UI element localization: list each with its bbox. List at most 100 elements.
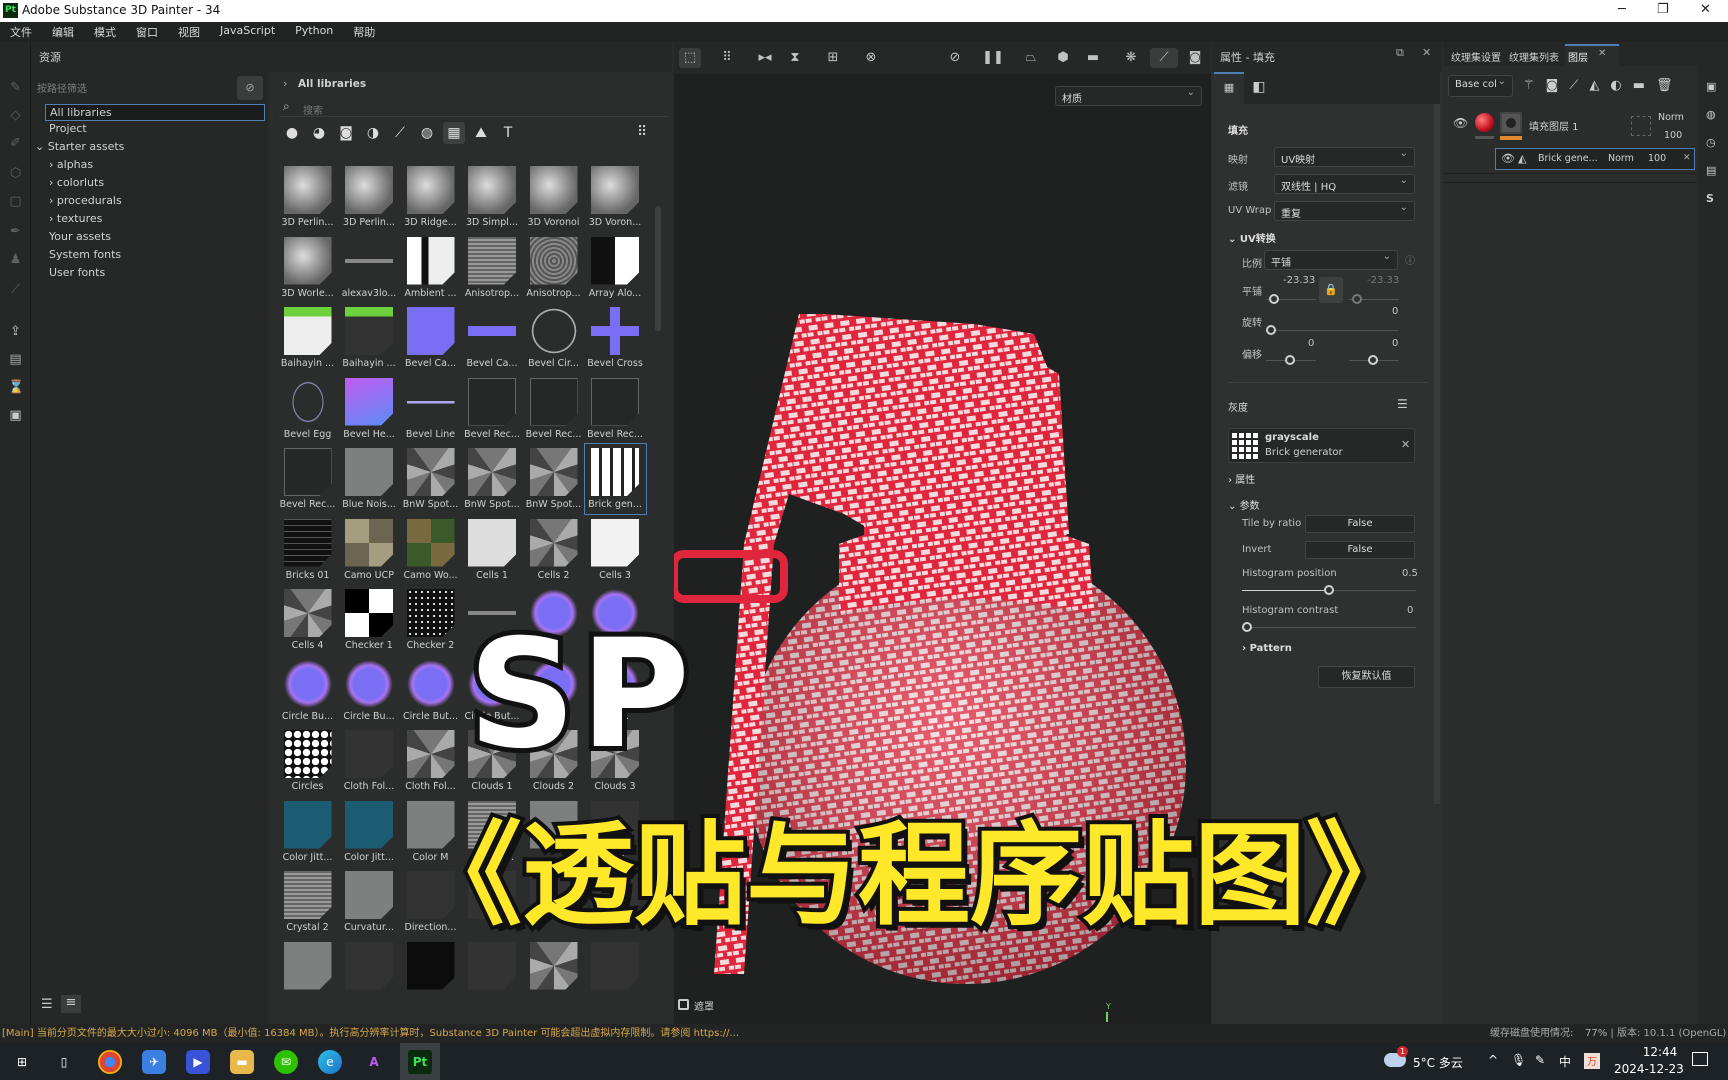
close-tab-icon[interactable]: ✕ (1598, 48, 1606, 59)
filter-select[interactable]: 双线性 | HQ (1274, 174, 1415, 194)
hide-icon[interactable]: ⊘ (944, 48, 966, 68)
add-effect-icon[interactable]: ◐ (1610, 78, 1621, 93)
asset-item[interactable] (523, 938, 584, 1008)
float-panel-icon[interactable]: ⧉ (1396, 46, 1404, 60)
close-panel-icon[interactable]: ✕ (1422, 46, 1431, 59)
asset-item[interactable]: Brick gen... (583, 443, 647, 515)
assets-icon[interactable]: ▤ (8, 352, 23, 367)
tiling-u-knob[interactable] (1269, 294, 1279, 304)
fill-layer-name[interactable]: 填充图层 1 (1529, 118, 1579, 133)
close-window-button[interactable]: ✕ (1700, 2, 1711, 17)
asset-item[interactable]: Cloth Fol... (339, 726, 400, 796)
grid-icon[interactable]: ⠿ (716, 48, 738, 68)
asset-item[interactable]: Circle But... (400, 656, 461, 726)
asset-item[interactable]: 3D Voronoi (523, 162, 584, 232)
breadcrumb[interactable]: All libraries (298, 78, 366, 90)
asset-item[interactable]: Camo UCP (339, 515, 400, 585)
asset-item[interactable]: Anisotrop... (523, 233, 584, 303)
rotation-slider[interactable] (1266, 330, 1398, 331)
feishu-icon[interactable]: ✈ (142, 1050, 166, 1074)
smart-material-icon[interactable]: ◕ (308, 122, 330, 144)
mask-thumbnail[interactable] (1500, 112, 1522, 134)
export-icon[interactable]: ⇪ (8, 324, 23, 339)
asset-item[interactable]: Bevel Rec... (585, 374, 646, 444)
offset-u-knob[interactable] (1285, 355, 1295, 365)
asset-item[interactable]: Baihayin ... (277, 303, 338, 373)
fill-layer-opacity[interactable]: 100 (1664, 130, 1682, 141)
tab-layers[interactable]: 图层 (1568, 49, 1588, 64)
asset-item[interactable]: Cells 3 (585, 515, 646, 585)
windows-start-icon[interactable]: ⊞ (10, 1050, 34, 1074)
asset-item[interactable]: Baihayin ... (339, 303, 400, 373)
projection-icon[interactable]: ✐ (8, 136, 23, 151)
add-paint-layer-icon[interactable]: ⟋ (1569, 78, 1578, 93)
history-icon[interactable]: ◷ (1706, 136, 1716, 149)
asset-item[interactable]: Bricks 01 (277, 515, 338, 585)
invert-toggle[interactable]: False (1305, 541, 1415, 559)
visibility-eye-icon[interactable]: 👁 (1501, 152, 1515, 165)
asset-item[interactable]: 3D Perlin... (339, 162, 400, 232)
clone-icon[interactable]: ✒ (8, 224, 23, 239)
file-explorer-icon[interactable]: ▬ (230, 1050, 254, 1074)
asset-item[interactable]: Cloth Fol... (400, 726, 461, 796)
iray-icon[interactable]: ❋ (1120, 48, 1142, 68)
properties-scrollbar[interactable] (1434, 104, 1440, 804)
asset-item[interactable]: Bevel Rec... (277, 444, 338, 514)
tree-item[interactable]: Your assets (49, 230, 111, 243)
search-input[interactable]: 搜索 (303, 102, 323, 117)
tree-item[interactable]: System fonts (49, 248, 121, 261)
chevron-right-icon[interactable]: › (49, 194, 57, 207)
substance-painter-taskbar-icon[interactable]: Pt (400, 1043, 440, 1080)
screenshot-icon[interactable]: ◙ (1184, 48, 1206, 68)
remove-effect-icon[interactable]: ✕ (1683, 153, 1691, 163)
chrome-icon[interactable] (98, 1050, 122, 1074)
text-icon[interactable]: T (497, 122, 519, 144)
menu-python[interactable]: Python (285, 22, 343, 42)
mask-checkbox[interactable] (678, 999, 689, 1010)
remove-resource-icon[interactable]: ✕ (1401, 438, 1410, 451)
brick-effect-row[interactable]: 👁 ◭ Brick gene... Norm 100 ✕ (1495, 148, 1695, 170)
symmetry-x-icon[interactable]: ▸◂ (754, 48, 776, 68)
maximize-button[interactable]: ❐ (1657, 2, 1669, 17)
asset-item[interactable]: Bevel Ca... (462, 303, 523, 373)
offset-u-value[interactable]: 0 (1308, 338, 1314, 349)
material-icon[interactable]: ● (281, 122, 303, 144)
asset-item[interactable]: alexav3lo... (339, 233, 400, 303)
cube-icon[interactable]: ⬢ (1052, 48, 1074, 68)
tiling-u-value[interactable]: -23.33 (1283, 275, 1315, 286)
effect-blend[interactable]: Norm (1608, 153, 1634, 164)
picker-icon[interactable]: ♟ (8, 252, 23, 267)
breadcrumb-chevron-icon[interactable]: › (283, 77, 287, 90)
notification-icon[interactable] (1692, 1052, 1708, 1066)
tab-texture-set-list[interactable]: 纹理集列表 (1509, 49, 1559, 64)
fill-settings-tab[interactable]: ▦ (1214, 72, 1244, 104)
params-toggle[interactable]: ⌄ 参数 (1228, 497, 1260, 512)
menu-window[interactable]: 窗口 (126, 22, 168, 42)
asset-item[interactable] (277, 938, 338, 1008)
display-settings-icon[interactable]: ◍ (1706, 108, 1716, 121)
smart-mask-icon[interactable]: ◙ (335, 122, 357, 144)
asset-item[interactable]: Bevel Rec... (523, 374, 584, 444)
input-method-icon[interactable]: 万 (1584, 1053, 1600, 1069)
add-fill-layer-icon[interactable]: ◭ (1589, 78, 1599, 93)
asset-item[interactable]: Cells 1 (462, 515, 523, 585)
effect-opacity[interactable]: 100 (1648, 153, 1666, 164)
histogram-contrast-value[interactable]: 0 (1407, 605, 1413, 616)
magic-wand-icon[interactable]: ⚚ (1523, 78, 1535, 93)
symmetry-y-icon[interactable]: ⧗ (784, 48, 806, 68)
asset-item[interactable]: Bevel Line (400, 374, 461, 444)
asset-item[interactable] (462, 938, 523, 1008)
asset-item[interactable]: Anisotrop... (462, 233, 523, 303)
asset-item[interactable]: Camo Wo... (400, 515, 461, 585)
grid-view-icon[interactable]: ⠿ (637, 124, 647, 140)
list-view-icon[interactable]: ☰ (41, 997, 53, 1012)
asset-item[interactable]: BnW Spot... (523, 444, 584, 514)
focus-icon[interactable]: ⊞ (822, 48, 844, 68)
tab-texture-set-settings[interactable]: 纹理集设置 (1451, 49, 1501, 64)
menu-javascript[interactable]: JavaScript (210, 22, 285, 42)
tree-view-icon[interactable]: ≡ (61, 995, 81, 1013)
asset-item[interactable]: Cells 4 (277, 585, 338, 655)
bake-icon[interactable]: ⟋ (8, 282, 23, 297)
attributes-toggle[interactable]: › 属性 (1228, 471, 1255, 486)
asset-item[interactable]: Crystal 2 (277, 867, 338, 937)
